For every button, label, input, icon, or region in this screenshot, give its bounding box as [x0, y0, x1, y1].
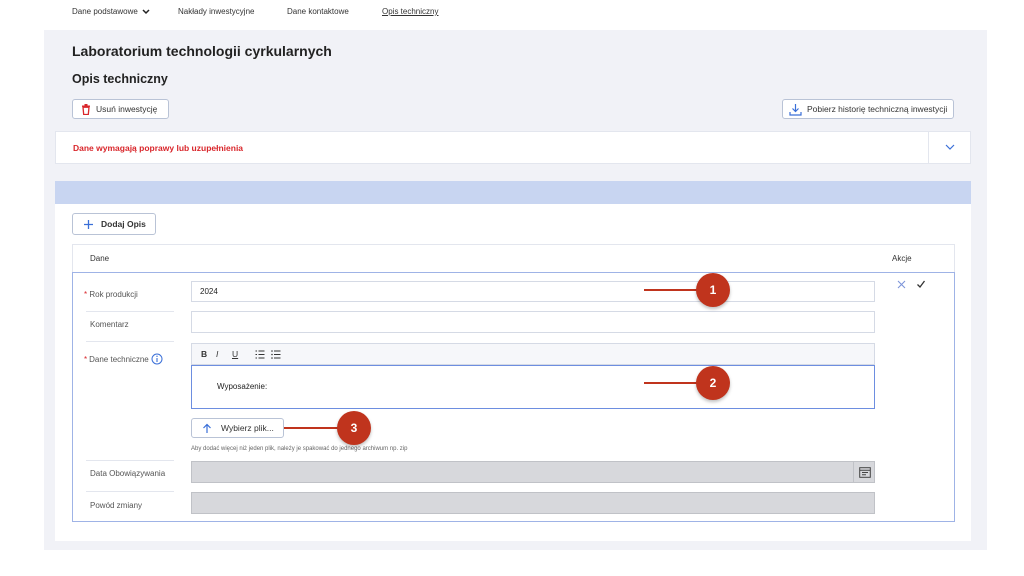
tab-technical-description-label: Opis techniczny: [382, 7, 439, 16]
label-divider: [86, 311, 174, 312]
ordered-list-icon[interactable]: [255, 350, 265, 359]
tab-contact-data[interactable]: Dane kontaktowe: [287, 0, 349, 23]
cancel-icon[interactable]: [897, 280, 906, 289]
tab-investment-costs-label: Nakłady inwestycyjne: [178, 7, 255, 16]
production-year-input[interactable]: 2024: [191, 281, 875, 302]
alert-divider: [928, 132, 929, 163]
column-header-actions: Akcje: [892, 254, 912, 263]
choose-file-label: Wybierz plik...: [221, 423, 274, 433]
label-divider: [86, 491, 174, 492]
label-divider: [86, 341, 174, 342]
editor-content: Wyposażenie:: [217, 382, 268, 391]
calendar-button[interactable]: [853, 461, 875, 483]
callout-line: [644, 289, 700, 291]
add-description-button[interactable]: Dodaj Opis: [72, 213, 156, 235]
upload-icon: [203, 423, 211, 433]
callout-badge: 3: [337, 411, 371, 445]
production-year-label: * Rok produkcji: [84, 290, 138, 299]
tab-bar: [55, 181, 971, 204]
alert-message: Dane wymagają poprawy lub uzupełnienia: [73, 143, 244, 153]
section-title: Opis techniczny: [72, 72, 168, 86]
valid-date-input: [191, 461, 875, 483]
change-reason-label: Powód zmiany: [90, 501, 143, 510]
tab-technical-description[interactable]: Opis techniczny: [368, 0, 453, 23]
download-icon: [789, 103, 802, 116]
add-description-label: Dodaj Opis: [101, 219, 146, 229]
delete-investment-button[interactable]: Usuń inwestycję: [72, 99, 169, 119]
download-history-button[interactable]: Pobierz historię techniczną inwestycji: [782, 99, 954, 119]
bold-button[interactable]: B: [201, 349, 207, 359]
comment-label: Komentarz: [90, 320, 129, 329]
validation-alert[interactable]: Dane wymagają poprawy lub uzupełnienia: [55, 131, 971, 164]
tab-basic-data-label: Dane podstawowe: [72, 7, 138, 16]
label-divider: [86, 460, 174, 461]
trash-icon: [82, 103, 90, 115]
table-header: Dane Akcje: [72, 244, 955, 272]
callout-line: [644, 382, 700, 384]
confirm-icon[interactable]: [916, 279, 926, 289]
choose-file-button[interactable]: Wybierz plik...: [191, 418, 284, 438]
callout-badge: 1: [696, 273, 730, 307]
file-hint: Aby dodać więcej niż jeden plik, należy …: [191, 446, 408, 452]
calendar-icon: [858, 466, 871, 478]
callout-line: [284, 427, 340, 429]
italic-button[interactable]: I: [216, 349, 218, 359]
change-reason-input: [191, 492, 875, 514]
comment-input[interactable]: [191, 311, 875, 333]
plus-icon: [84, 219, 93, 229]
download-history-label: Pobierz historię techniczną inwestycji: [807, 104, 948, 114]
chevron-down-icon[interactable]: [944, 142, 956, 152]
technical-data-editor[interactable]: Wyposażenie:: [191, 365, 875, 409]
editor-toolbar: B I U: [191, 343, 875, 365]
chevron-down-icon: [142, 8, 150, 14]
technical-data-label: * Dane techniczne: [84, 353, 163, 365]
bullet-list-icon[interactable]: [271, 350, 281, 359]
delete-investment-label: Usuń inwestycję: [96, 104, 158, 114]
column-header-data: Dane: [90, 254, 110, 263]
callout-badge: 2: [696, 366, 730, 400]
tab-contact-data-label: Dane kontaktowe: [287, 7, 349, 16]
info-icon[interactable]: [151, 353, 163, 365]
underline-button[interactable]: U: [232, 349, 238, 359]
tab-basic-data[interactable]: Dane podstawowe: [72, 0, 151, 23]
valid-date-label: Data Obowiązywania: [90, 469, 166, 478]
tab-investment-costs[interactable]: Nakłady inwestycyjne: [178, 0, 254, 23]
page-title: Laboratorium technologii cyrkularnych: [72, 43, 332, 59]
